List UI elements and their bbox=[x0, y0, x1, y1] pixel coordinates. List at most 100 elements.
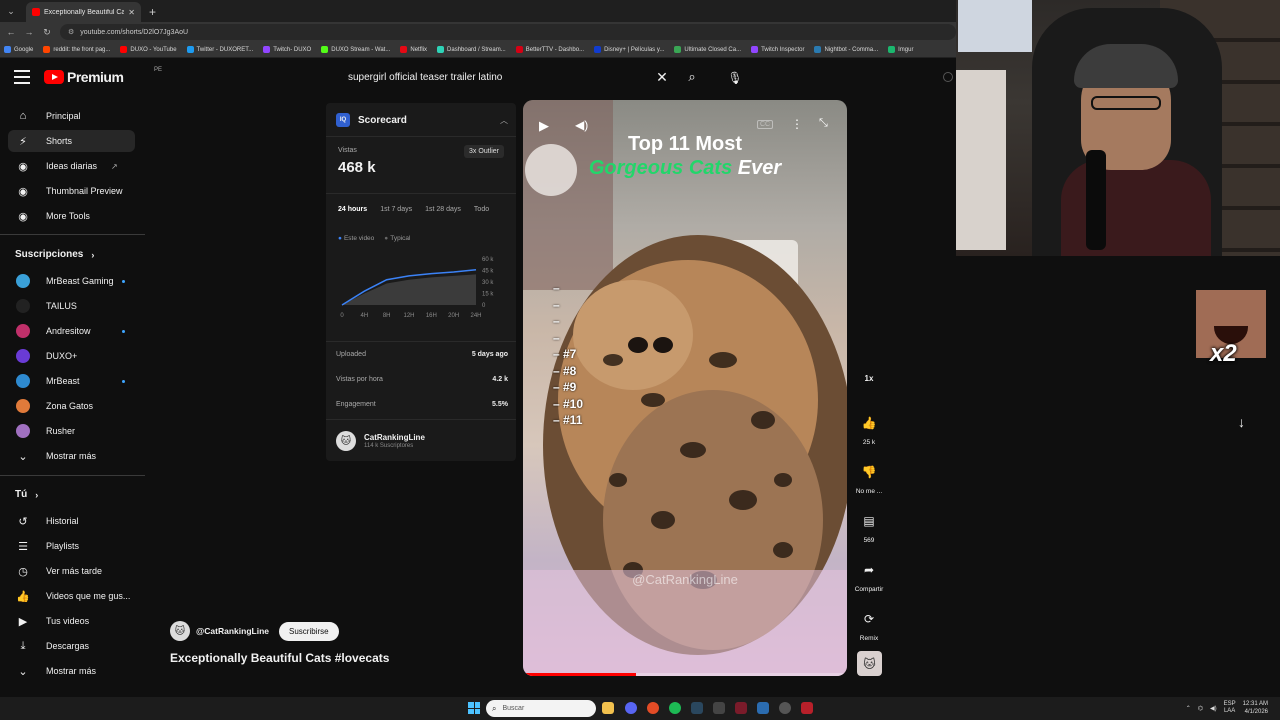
windows-start-icon[interactable] bbox=[468, 702, 480, 714]
collapse-icon[interactable]: ︿ bbox=[500, 115, 508, 126]
bookmark-favicon-icon bbox=[4, 46, 11, 53]
back-icon[interactable]: ← bbox=[6, 27, 16, 37]
bookmark-item[interactable]: DUXO Stream - Wat... bbox=[321, 46, 390, 53]
sidebar-item-playlists[interactable]: ☰ Playlists bbox=[8, 535, 135, 557]
subscription-item[interactable]: MrBeast Gaming bbox=[8, 270, 135, 292]
menu-icon[interactable] bbox=[14, 70, 30, 84]
show-more-subscriptions[interactable]: ⌄ Mostrar más bbox=[8, 445, 135, 467]
rank-entry: – #11 bbox=[553, 413, 583, 427]
steam-icon[interactable] bbox=[691, 702, 703, 714]
arrow-down-icon[interactable]: ↓ bbox=[1238, 414, 1245, 430]
subscription-item[interactable]: DUXO+ bbox=[8, 345, 135, 367]
search-input[interactable]: supergirl official teaser trailer latino bbox=[338, 72, 650, 83]
show-more-you[interactable]: ⌄ Mostrar más bbox=[8, 660, 135, 682]
bookmark-item[interactable]: Dashboard / Stream... bbox=[437, 46, 506, 53]
forward-icon[interactable]: → bbox=[24, 27, 34, 37]
sidebar-item-thumbnail-preview[interactable]: ◉ Thumbnail Preview bbox=[8, 180, 135, 202]
channel-card[interactable]: 🐱 CatRankingLine 114 k Suscriptores bbox=[336, 431, 425, 451]
time-range-tab[interactable]: 1st 7 days bbox=[378, 204, 414, 215]
subscription-item[interactable]: Zona Gatos bbox=[8, 395, 135, 417]
network-icon[interactable]: ⌬ bbox=[1198, 705, 1203, 712]
clock[interactable]: 12:31 AM 4/1/2026 bbox=[1243, 700, 1268, 716]
share-button[interactable]: ➦ Compartir bbox=[850, 557, 888, 593]
channel-handle[interactable]: @CatRankingLine bbox=[196, 626, 269, 636]
subscription-item[interactable]: Andresitow bbox=[8, 320, 135, 342]
reload-icon[interactable]: ↻ bbox=[42, 27, 52, 38]
video-progress-bar[interactable] bbox=[523, 673, 847, 676]
you-header[interactable]: Tú › bbox=[15, 489, 38, 500]
dislike-button[interactable]: 👎 No me ... bbox=[850, 459, 888, 495]
browser-tab[interactable]: Exceptionally Beautiful Cats #lo ✕ bbox=[26, 2, 141, 22]
fullscreen-icon[interactable]: ⤡ bbox=[819, 117, 828, 130]
file-explorer-icon[interactable] bbox=[602, 702, 614, 714]
app-icon[interactable] bbox=[735, 702, 747, 714]
subscription-item[interactable]: MrBeast bbox=[8, 370, 135, 392]
edge-icon[interactable] bbox=[757, 702, 769, 714]
sidebar-item-watch-later[interactable]: ◷ Ver más tarde bbox=[8, 560, 135, 582]
sidebar-item-your-videos[interactable]: ▶ Tus videos bbox=[8, 610, 135, 632]
bookmark-item[interactable]: Twitch- DUXO bbox=[263, 46, 311, 53]
sidebar-item-shorts[interactable]: ⚡ Shorts bbox=[8, 130, 135, 152]
short-video-player[interactable]: ▶ ◀) CC ⋮ ⤡ Top 11 Most Gorgeous Cats Ev… bbox=[523, 100, 847, 676]
bookmark-favicon-icon bbox=[437, 46, 445, 53]
bookmark-item[interactable]: DUXO - YouTube bbox=[120, 46, 177, 53]
url-field[interactable]: ⚙ youtube.com/shorts/D2lO7Jg3AoU bbox=[60, 24, 956, 40]
bookmark-item[interactable]: BetterTTV - Dashbo... bbox=[515, 46, 584, 53]
bookmark-item[interactable]: Disney+ | Películas y... bbox=[594, 46, 664, 53]
subscription-item[interactable]: TAILUS bbox=[8, 295, 135, 317]
time-range-tab[interactable]: 24 hours bbox=[336, 204, 369, 215]
sidebar-item-liked[interactable]: 👍 Videos que me gus... bbox=[8, 585, 135, 607]
x-tick-label: 20H bbox=[448, 313, 459, 319]
channel-avatar bbox=[16, 424, 30, 438]
time-range-tab[interactable]: Todo bbox=[472, 204, 491, 215]
taskbar-search[interactable]: ⌕ Buscar bbox=[486, 700, 596, 717]
captions-icon[interactable]: CC bbox=[757, 120, 774, 129]
clear-search-icon[interactable]: ✕ bbox=[650, 69, 674, 86]
channel-avatar[interactable]: 🐱 bbox=[170, 621, 190, 641]
time-range-tab[interactable]: 1st 28 days bbox=[423, 204, 463, 215]
playback-speed[interactable]: 1x bbox=[850, 374, 888, 383]
search-icon[interactable]: ⌕ bbox=[674, 69, 710, 85]
sidebar-item-downloads[interactable]: ⤓ Descargas bbox=[8, 635, 135, 657]
bookmark-item[interactable]: Google bbox=[4, 46, 33, 53]
chevron-up-icon[interactable]: ⌃ bbox=[1186, 705, 1191, 712]
settings-icon[interactable] bbox=[779, 702, 791, 714]
sidebar-item-principal[interactable]: ⌂ Principal bbox=[8, 105, 135, 127]
volume-icon[interactable]: ◀) bbox=[575, 118, 588, 132]
volume-tray-icon[interactable]: ◀) bbox=[1210, 705, 1217, 712]
close-tab-icon[interactable]: ✕ bbox=[128, 8, 135, 17]
sidebar-item-history[interactable]: ↺ Historial bbox=[8, 510, 135, 532]
bookmark-item[interactable]: Netflix bbox=[400, 46, 427, 53]
subscription-item[interactable]: Rusher bbox=[8, 420, 135, 442]
new-tab-button[interactable]: + bbox=[149, 2, 156, 22]
create-icon[interactable] bbox=[943, 72, 953, 82]
comments-button[interactable]: ▤ 569 bbox=[850, 508, 888, 544]
site-info-icon[interactable]: ⚙ bbox=[68, 28, 74, 36]
sidebar-item-ideas-diarias[interactable]: ◉ Ideas diarias ↗ bbox=[8, 155, 135, 177]
play-icon[interactable]: ▶ bbox=[539, 118, 549, 134]
youtube-premium-logo[interactable]: Premium PE bbox=[44, 67, 162, 85]
subscriptions-header[interactable]: Suscripciones › bbox=[15, 249, 94, 260]
bookmark-item[interactable]: Twitter - DUXORET... bbox=[186, 46, 253, 53]
like-button[interactable]: 👍 25 k bbox=[850, 410, 888, 446]
sound-thumbnail[interactable]: 🐱 bbox=[857, 651, 882, 676]
remix-button[interactable]: ⟳ Remix bbox=[850, 606, 888, 642]
chrome-icon[interactable] bbox=[647, 702, 659, 714]
discord-icon[interactable] bbox=[625, 702, 637, 714]
subscribe-button[interactable]: Suscribirse bbox=[279, 621, 339, 641]
microphone-icon[interactable]: 🎙 bbox=[726, 69, 744, 87]
capcut-icon[interactable] bbox=[713, 702, 725, 714]
more-options-icon[interactable]: ⋮ bbox=[791, 117, 803, 131]
bookmark-item[interactable]: Twitch Inspector bbox=[751, 46, 804, 53]
spotify-icon[interactable] bbox=[669, 702, 681, 714]
valorant-icon[interactable] bbox=[801, 702, 813, 714]
short-title[interactable]: Exceptionally Beautiful Cats #lovecats bbox=[170, 651, 389, 665]
bookmark-item[interactable]: reddit: the front pag... bbox=[43, 46, 110, 53]
sidebar-item-more-tools[interactable]: ◉ More Tools bbox=[8, 205, 135, 227]
bookmark-item[interactable]: Ultimate Closed Ca... bbox=[674, 46, 741, 53]
bookmark-item[interactable]: Nightbot - Comma... bbox=[814, 46, 878, 53]
tab-search-icon[interactable]: ⌄ bbox=[0, 0, 22, 22]
search-box[interactable]: supergirl official teaser trailer latino… bbox=[338, 66, 710, 88]
language-indicator[interactable]: ESP LAA bbox=[1224, 701, 1236, 715]
bookmark-item[interactable]: Imgur bbox=[888, 46, 913, 53]
